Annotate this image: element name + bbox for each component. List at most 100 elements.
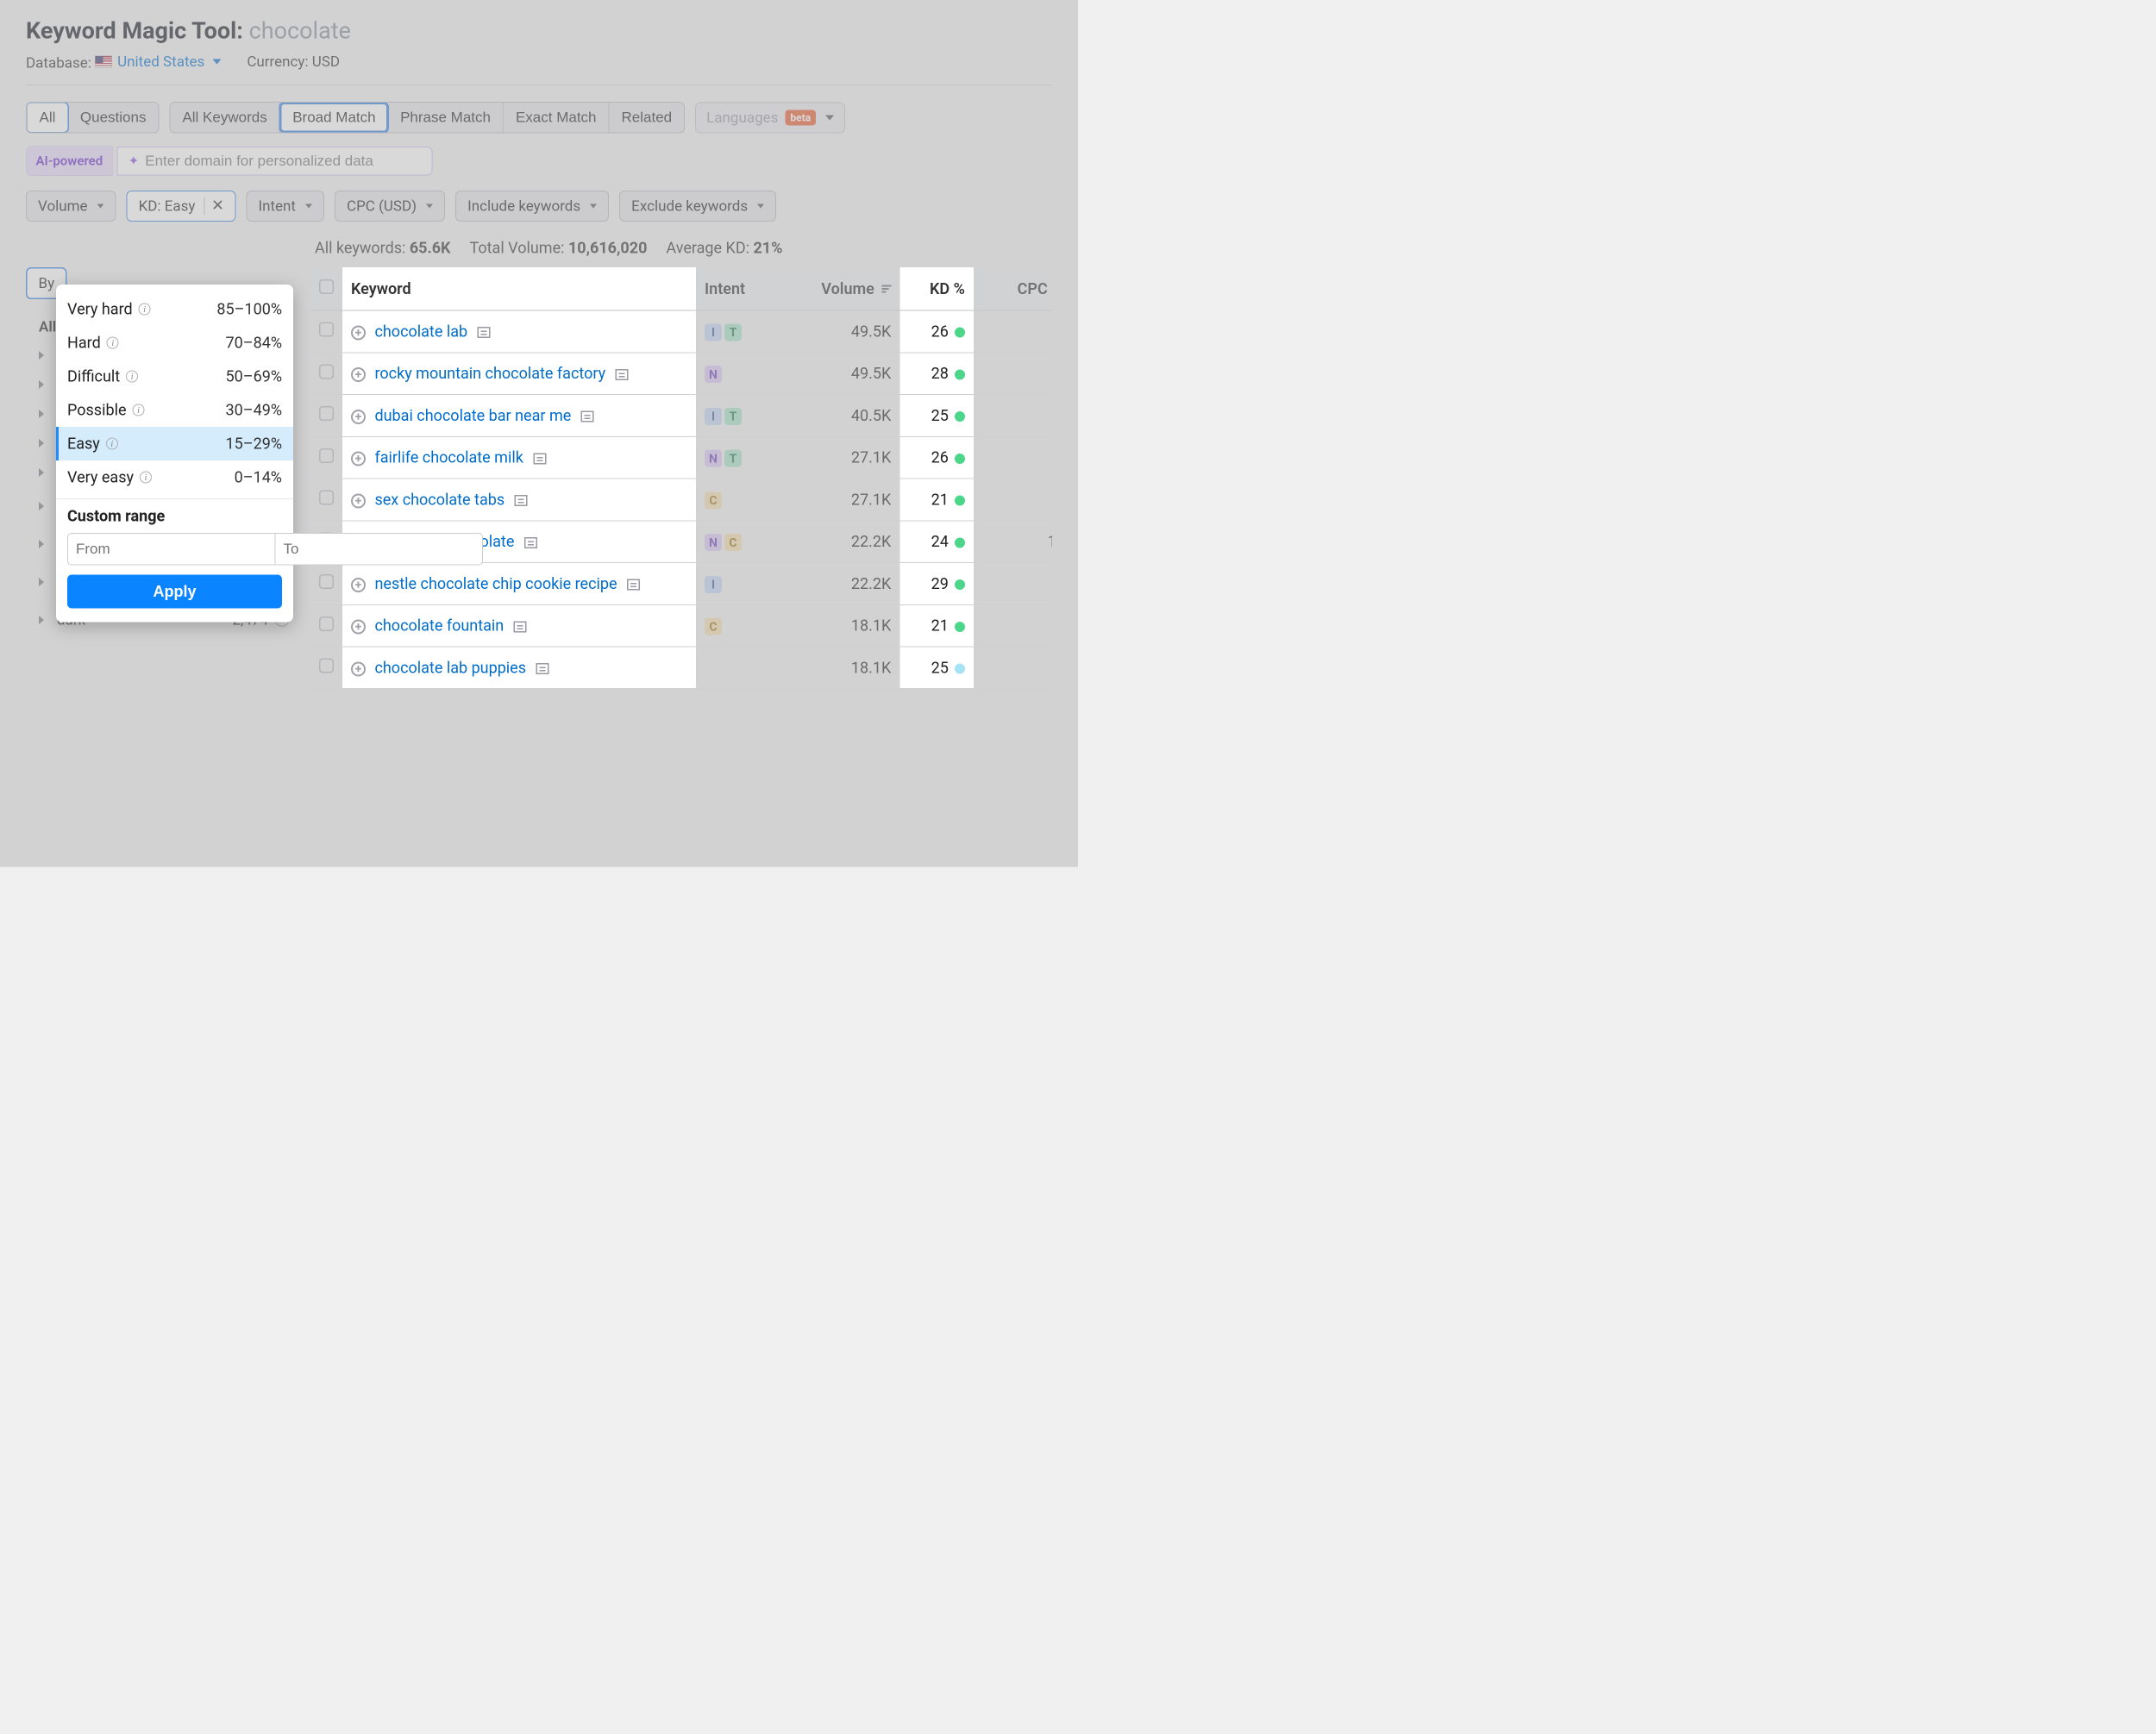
intent-cell: NT xyxy=(696,436,777,479)
serp-icon[interactable] xyxy=(533,453,546,464)
clear-filter-button[interactable] xyxy=(204,197,223,215)
intent-cell: C xyxy=(696,479,777,521)
database-selector[interactable]: United States xyxy=(95,53,221,71)
kd-option[interactable]: Difficulti50–69% xyxy=(56,360,293,393)
info-icon[interactable]: i xyxy=(133,404,145,416)
add-icon[interactable]: + xyxy=(351,410,366,424)
keyword-link[interactable]: fairlife chocolate milk xyxy=(374,448,523,466)
kd-cell: 29 xyxy=(899,563,974,605)
row-checkbox[interactable] xyxy=(310,604,342,647)
serp-icon[interactable] xyxy=(478,327,491,338)
add-icon[interactable]: + xyxy=(351,578,366,592)
filter-kd[interactable]: KD: Easy xyxy=(127,191,236,222)
volume-cell: 22.2K xyxy=(777,563,899,605)
kd-dot-icon xyxy=(955,622,965,632)
serp-icon[interactable] xyxy=(515,495,528,506)
serp-icon[interactable] xyxy=(581,411,594,423)
keyword-cell: + chocolate lab puppies xyxy=(342,647,696,689)
table-row: + chocolate lab puppies 18.1K 25 0. xyxy=(310,647,1052,689)
add-icon[interactable]: + xyxy=(351,367,366,382)
tab-broad-match[interactable]: Broad Match xyxy=(279,102,389,134)
chevron-right-icon xyxy=(39,380,44,389)
volume-cell: 27.1K xyxy=(777,479,899,521)
intent-badge-I: I xyxy=(705,323,722,341)
chevron-right-icon xyxy=(39,578,44,586)
tab-questions[interactable]: Questions xyxy=(68,103,159,133)
row-checkbox[interactable] xyxy=(310,563,342,605)
col-cpc[interactable]: CPC (USD xyxy=(974,267,1052,310)
chevron-down-icon xyxy=(426,204,433,209)
keyword-cell: + chocolate fountain xyxy=(342,604,696,647)
add-icon[interactable]: + xyxy=(351,493,366,508)
table-row: + dubai chocolate bar near me IT 40.5K 2… xyxy=(310,395,1052,437)
filter-include[interactable]: Include keywords xyxy=(455,191,609,222)
languages-dropdown[interactable]: Languages beta xyxy=(695,102,845,133)
col-keyword[interactable]: Keyword xyxy=(342,267,696,310)
keyword-link[interactable]: chocolate lab puppies xyxy=(374,659,526,677)
serp-icon[interactable] xyxy=(627,579,640,591)
kd-option[interactable]: Very hardi85–100% xyxy=(56,292,293,326)
keyword-link[interactable]: chocolate fountain xyxy=(374,617,504,635)
row-checkbox[interactable] xyxy=(310,310,342,353)
serp-icon[interactable] xyxy=(524,537,537,548)
range-from-input[interactable] xyxy=(67,533,276,566)
filter-cpc[interactable]: CPC (USD) xyxy=(335,191,445,222)
select-all-header[interactable] xyxy=(310,267,342,310)
custom-range-title: Custom range xyxy=(67,507,282,525)
add-icon[interactable]: + xyxy=(351,325,366,340)
keyword-link[interactable]: chocolate lab xyxy=(374,322,467,341)
kd-option[interactable]: Very easyi0–14% xyxy=(56,460,293,494)
info-icon[interactable]: i xyxy=(139,304,151,316)
add-icon[interactable]: + xyxy=(351,452,366,466)
serp-icon[interactable] xyxy=(536,663,548,674)
filter-volume[interactable]: Volume xyxy=(26,191,116,222)
add-icon[interactable]: + xyxy=(351,620,366,635)
chevron-down-icon xyxy=(825,115,834,120)
kd-dot-icon xyxy=(955,579,965,590)
intent-badge-T: T xyxy=(724,450,742,467)
intent-cell: N xyxy=(696,353,777,395)
kd-option[interactable]: Hardi70–84% xyxy=(56,326,293,360)
row-checkbox[interactable] xyxy=(310,353,342,395)
kd-option[interactable]: Easyi15–29% xyxy=(56,427,293,460)
cpc-cell: 0.89 xyxy=(974,436,1052,479)
kd-option[interactable]: Possiblei30–49% xyxy=(56,393,293,427)
serp-icon[interactable] xyxy=(616,369,629,380)
col-kd[interactable]: KD % xyxy=(899,267,974,310)
col-intent[interactable]: Intent xyxy=(696,267,777,310)
kd-dot-icon xyxy=(955,663,965,673)
info-icon[interactable]: i xyxy=(107,337,119,349)
kd-cell: 28 xyxy=(899,353,974,395)
keyword-link[interactable]: nestle chocolate chip cookie recipe xyxy=(374,574,617,592)
keyword-cell: + rocky mountain chocolate factory xyxy=(342,353,696,395)
kd-dot-icon xyxy=(955,411,965,422)
tab-exact-match[interactable]: Exact Match xyxy=(504,103,610,133)
info-icon[interactable]: i xyxy=(106,438,118,450)
apply-button[interactable]: Apply xyxy=(67,575,282,609)
row-checkbox[interactable] xyxy=(310,436,342,479)
keyword-link[interactable]: sex chocolate tabs xyxy=(374,491,505,509)
row-checkbox[interactable] xyxy=(310,479,342,521)
add-icon[interactable]: + xyxy=(351,661,366,676)
tab-all-keywords[interactable]: All Keywords xyxy=(170,103,279,133)
tab-related[interactable]: Related xyxy=(610,103,685,133)
keyword-link[interactable]: dubai chocolate bar near me xyxy=(374,406,571,424)
filter-intent[interactable]: Intent xyxy=(246,191,324,222)
range-to-input[interactable] xyxy=(276,533,484,566)
filter-exclude[interactable]: Exclude keywords xyxy=(619,191,776,222)
col-volume[interactable]: Volume xyxy=(777,267,899,310)
row-checkbox[interactable] xyxy=(310,647,342,689)
chevron-down-icon xyxy=(305,204,312,209)
kd-cell: 25 xyxy=(899,395,974,437)
table-row: + fairlife chocolate milk NT 27.1K 26 0.… xyxy=(310,436,1052,479)
info-icon[interactable]: i xyxy=(140,472,152,484)
domain-input[interactable] xyxy=(145,153,421,170)
tab-all[interactable]: All xyxy=(26,102,69,134)
keyword-cell: + fairlife chocolate milk xyxy=(342,436,696,479)
ai-input-container[interactable]: ✦ xyxy=(117,147,433,176)
info-icon[interactable]: i xyxy=(126,371,138,383)
tab-phrase-match[interactable]: Phrase Match xyxy=(388,103,504,133)
serp-icon[interactable] xyxy=(514,621,527,632)
row-checkbox[interactable] xyxy=(310,395,342,437)
keyword-link[interactable]: rocky mountain chocolate factory xyxy=(374,365,605,383)
